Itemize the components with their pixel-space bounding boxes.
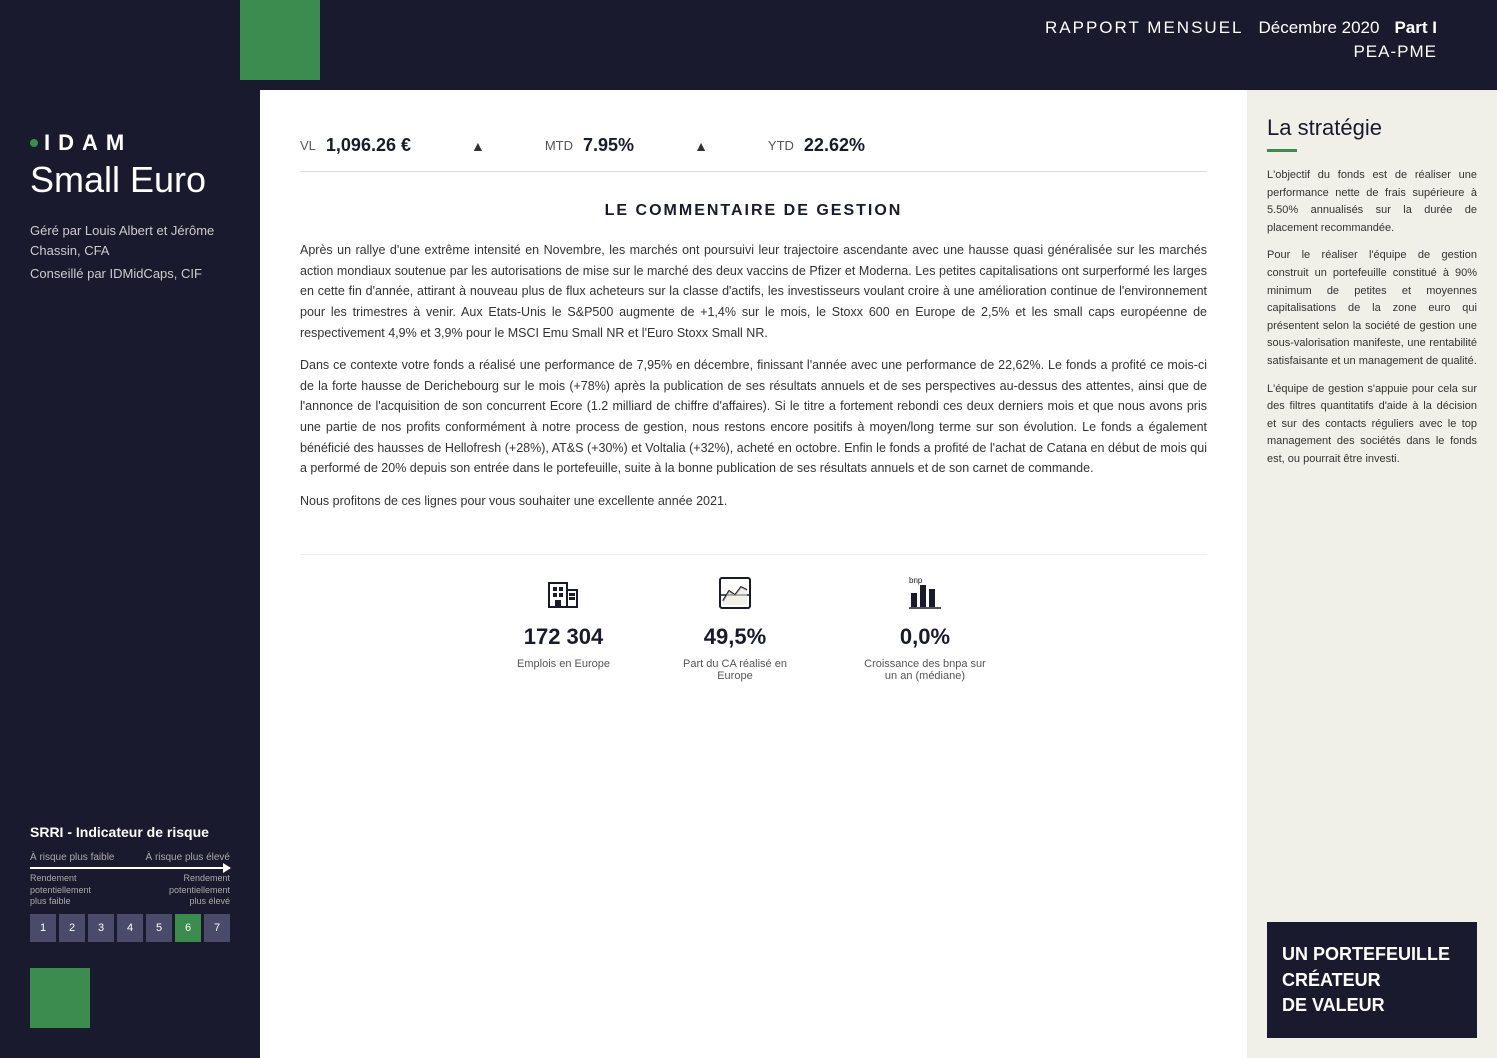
risk-box-4: 4 [117, 914, 143, 942]
left-sidebar: IDAM Small Euro Géré par Louis Albert et… [0, 90, 260, 1058]
commentary-p2: Dans ce contexte votre fonds a réalisé u… [300, 355, 1207, 479]
bottom-stat-croissance: bnp 0,0% Croissance des bnpa sur un an (… [860, 575, 990, 682]
strategy-p2: Pour le réaliser l'équipe de gestion con… [1267, 247, 1477, 370]
stat-emplois-value: 172 304 [524, 624, 604, 650]
callout-line1: UN PORTEFEUILLE [1282, 942, 1462, 967]
stat-croissance-label: Croissance des bnpa sur un an (médiane) [860, 658, 990, 682]
center-content: VL 1,096.26 € ▲ MTD 7.95% ▲ YTD 22.62% L… [260, 90, 1247, 1058]
bottom-stat-emplois: 172 304 Emplois en Europe [517, 575, 610, 670]
stat-ca-label: Part du CA réalisé en Europe [670, 658, 800, 682]
callout-line2: CRÉATEUR [1282, 968, 1462, 993]
callout-line3: DE VALEUR [1282, 993, 1462, 1018]
commentary-p1: Après un rallye d'une extrême intensité … [300, 240, 1207, 343]
commentary-text: Après un rallye d'une extrême intensité … [300, 240, 1207, 524]
report-date: Décembre 2020 [1259, 18, 1380, 38]
strategy-underline [1267, 149, 1297, 152]
ytd-arrow: ▲ [694, 138, 708, 154]
commentary-p3: Nous profitons de ces lignes pour vous s… [300, 491, 1207, 512]
risk-box-7: 7 [204, 914, 230, 942]
srri-section: SRRI - Indicateur de risque À risque plu… [30, 824, 230, 948]
commentary-title: LE COMMENTAIRE DE GESTION [300, 202, 1207, 220]
risk-boxes: 1 2 3 4 5 6 7 [30, 914, 230, 942]
risk-box-1: 1 [30, 914, 56, 942]
ytd-label: YTD [768, 138, 794, 153]
vl-label: VL [300, 138, 316, 153]
fund-dot [30, 139, 38, 147]
portfolio-callout: UN PORTEFEUILLE CRÉATEUR DE VALEUR [1267, 922, 1477, 1038]
right-sidebar: La stratégie L'objectif du fonds est de … [1247, 90, 1497, 1058]
fund-advisor: Conseillé par IDMidCaps, CIF [30, 264, 230, 284]
svg-text:bnp: bnp [909, 576, 923, 585]
building-icon [545, 575, 581, 616]
strategy-p3: L'équipe de gestion s'appuie pour cela s… [1267, 381, 1477, 469]
risk-box-3: 3 [88, 914, 114, 942]
header: RAPPORT MENSUEL Décembre 2020 Part I PEA… [0, 0, 1497, 90]
report-label: RAPPORT MENSUEL [1045, 18, 1243, 38]
stats-row: VL 1,096.26 € ▲ MTD 7.95% ▲ YTD 22.62% [300, 120, 1207, 172]
vl-value: 1,096.26 € [326, 135, 411, 156]
stat-emplois-label: Emplois en Europe [517, 658, 610, 670]
stat-ca-value: 49,5% [704, 624, 766, 650]
header-logo-green [240, 0, 320, 80]
strategy-text: L'objectif du fonds est de réaliser une … [1267, 167, 1477, 479]
mtd-value: 7.95% [583, 135, 634, 156]
srri-title: SRRI - Indicateur de risque [30, 824, 230, 840]
strategy-p1: L'objectif du fonds est de réaliser une … [1267, 167, 1477, 237]
mtd-label: MTD [545, 138, 573, 153]
chart-icon [717, 575, 753, 616]
risk-label-high: À risque plus élevé [146, 852, 231, 863]
risk-box-5: 5 [146, 914, 172, 942]
bar-chart-icon: bnp [907, 575, 943, 616]
fund-title-row: IDAM [30, 130, 230, 156]
stat-mtd: MTD 7.95% [545, 135, 634, 156]
main-content: IDAM Small Euro Géré par Louis Albert et… [0, 90, 1497, 1058]
fund-manager: Géré par Louis Albert et Jérôme Chassin,… [30, 221, 230, 260]
bottom-stat-ca: 49,5% Part du CA réalisé en Europe [670, 575, 800, 682]
risk-labels-top: À risque plus faible À risque plus élevé [30, 852, 230, 863]
mtd-arrow: ▲ [471, 138, 485, 154]
page-wrapper: RAPPORT MENSUEL Décembre 2020 Part I PEA… [0, 0, 1497, 1058]
ytd-value: 22.62% [804, 135, 865, 156]
risk-bar-container: À risque plus faible À risque plus élevé… [30, 852, 230, 942]
risk-box-6: 6 [175, 914, 201, 942]
risk-arrow-line [30, 867, 230, 869]
header-subtitle: PEA-PME [1353, 42, 1437, 62]
risk-arrow-head [223, 863, 231, 873]
risk-return-high: Rendement potentiellement plus élevé [150, 873, 230, 908]
fund-name-large: Small Euro [30, 158, 230, 201]
portfolio-callout-text: UN PORTEFEUILLE CRÉATEUR DE VALEUR [1282, 942, 1462, 1018]
fund-abbr: IDAM [44, 130, 132, 156]
risk-return-low: Rendement potentiellement plus faible [30, 873, 110, 908]
bottom-stats: 172 304 Emplois en Europe 49,5% Par [300, 554, 1207, 682]
stat-croissance-value: 0,0% [900, 624, 950, 650]
risk-return-labels: Rendement potentiellement plus faible Re… [30, 873, 230, 908]
stat-vl: VL 1,096.26 € [300, 135, 411, 156]
report-part: Part I [1394, 18, 1437, 38]
header-title-row: RAPPORT MENSUEL Décembre 2020 Part I [1045, 18, 1437, 38]
stat-ytd: YTD 22.62% [768, 135, 865, 156]
risk-box-2: 2 [59, 914, 85, 942]
green-decorative-block [30, 968, 90, 1028]
strategy-title: La stratégie [1267, 115, 1477, 141]
risk-label-low: À risque plus faible [30, 852, 115, 863]
